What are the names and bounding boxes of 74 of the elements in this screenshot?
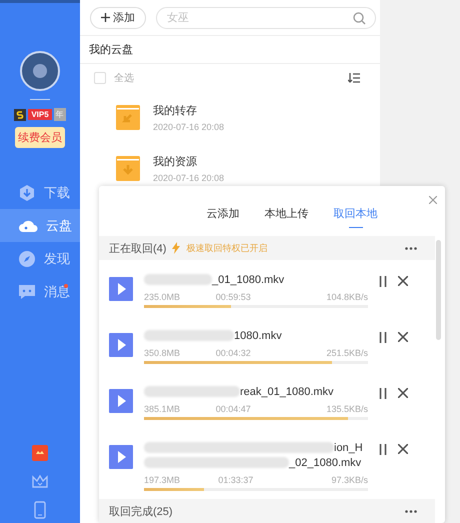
- time-remaining: 01:33:37: [218, 475, 254, 485]
- plus-icon: [101, 13, 110, 22]
- play-icon[interactable]: [109, 389, 133, 413]
- time-remaining: 00:59:53: [216, 292, 251, 302]
- download-speed: 97.3KB/s: [331, 475, 368, 485]
- nav-item[interactable]: 云盘: [0, 209, 80, 242]
- section-title: 取回完成(25): [109, 504, 173, 518]
- select-all-label: 全选: [114, 72, 134, 85]
- folder-item[interactable]: 我的资源 2020-07-16 20:08: [80, 143, 380, 194]
- file-size: 350.8MB: [144, 348, 180, 358]
- download-speed: 135.5KB/s: [326, 404, 368, 414]
- pause-icon[interactable]: [379, 332, 387, 343]
- tab[interactable]: 云添加: [206, 206, 240, 224]
- folder-date: 2020-07-16 20:08: [153, 122, 224, 132]
- nav-label: 发现: [44, 250, 70, 268]
- gift-icon[interactable]: [32, 445, 48, 461]
- close-icon[interactable]: [398, 444, 408, 454]
- more-icon[interactable]: [405, 246, 417, 250]
- close-icon[interactable]: [398, 388, 408, 398]
- download-speed: 104.8KB/s: [326, 292, 368, 302]
- folder-name: 我的资源: [153, 155, 198, 169]
- time-remaining: 00:04:32: [216, 348, 251, 358]
- vip-level: VIP5: [28, 109, 52, 120]
- add-button[interactable]: 添加: [90, 6, 146, 28]
- file-name: _01_1080.mkv: [212, 274, 284, 286]
- page-title: 我的云盘: [80, 36, 380, 64]
- folder-date: 2020-07-16 20:08: [153, 173, 224, 183]
- scrollbar[interactable]: [436, 240, 441, 340]
- play-icon[interactable]: [109, 445, 133, 469]
- nav-label: 消息: [44, 282, 70, 300]
- time-remaining: 00:04:47: [216, 404, 251, 414]
- play-icon[interactable]: [109, 333, 133, 357]
- file-size: 385.1MB: [144, 404, 180, 414]
- sort-icon[interactable]: [348, 73, 360, 83]
- nav-label: 云盘: [46, 216, 72, 234]
- file-name: reak_01_1080.mkv: [240, 386, 334, 398]
- file-name: ion_H: [334, 442, 363, 454]
- compass-icon: [18, 250, 36, 268]
- pause-icon[interactable]: [379, 444, 387, 455]
- nav-item[interactable]: 下载: [0, 176, 80, 209]
- checkbox[interactable]: [94, 72, 106, 84]
- nav-label: 下载: [44, 184, 70, 202]
- pause-icon[interactable]: [379, 276, 387, 287]
- file-name: _02_1080.mkv: [289, 456, 362, 468]
- download-speed: 251.5KB/s: [326, 348, 368, 358]
- file-size: 235.0MB: [144, 292, 180, 302]
- close-icon[interactable]: [398, 332, 408, 342]
- avatar[interactable]: [20, 51, 60, 91]
- renew-button[interactable]: 续费会员: [15, 127, 65, 148]
- nav-item[interactable]: 发现: [0, 242, 80, 275]
- play-icon[interactable]: [109, 277, 133, 301]
- tab[interactable]: 本地上传: [264, 206, 308, 224]
- vip-term: 年: [54, 108, 66, 121]
- close-icon[interactable]: [398, 276, 408, 286]
- cloud-icon: [18, 218, 38, 232]
- nav-item[interactable]: 消息: [0, 275, 80, 308]
- file-name: 1080.mkv: [234, 330, 282, 342]
- notice-text: 极速取回特权已开启: [186, 242, 268, 254]
- search-field[interactable]: 女巫: [156, 6, 376, 28]
- folder-item[interactable]: 我的转存 2020-07-16 20:08: [80, 92, 380, 143]
- tab[interactable]: 取回本地: [334, 206, 378, 228]
- download-icon: [18, 184, 36, 202]
- vip-logo-icon: [14, 108, 26, 120]
- search-icon: [353, 12, 366, 24]
- lightning-icon: [172, 242, 180, 254]
- chat-icon: [18, 284, 36, 300]
- section-title: 正在取回(4): [109, 242, 166, 256]
- file-size: 197.3MB: [144, 475, 180, 485]
- pause-icon[interactable]: [379, 388, 387, 399]
- folder-name: 我的转存: [153, 104, 198, 118]
- more-icon[interactable]: [405, 510, 417, 512]
- folder-icon: [116, 105, 140, 130]
- blurred-text: [144, 274, 212, 285]
- folder-icon: [116, 156, 140, 181]
